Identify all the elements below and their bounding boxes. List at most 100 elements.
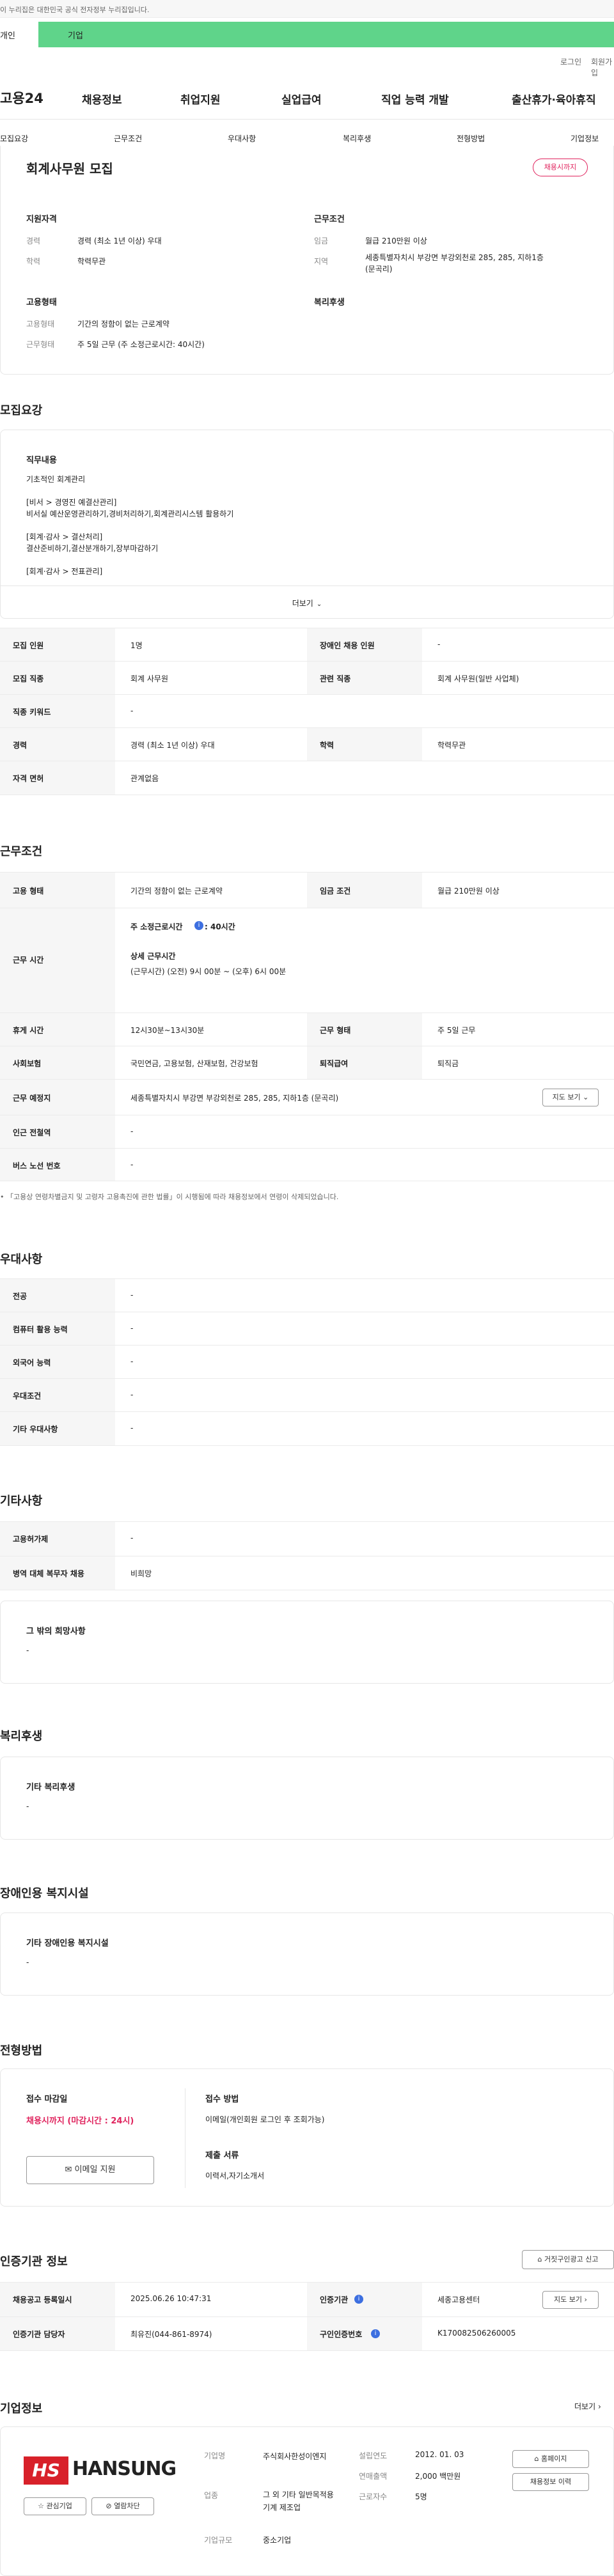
info-icon[interactable]: i xyxy=(354,2295,363,2304)
gov-banner: 이 누리집은 대한민국 공식 전자정부 누리집입니다. xyxy=(0,0,614,18)
disability-box: 기타 장애인용 복지시설 - xyxy=(0,1913,614,1996)
section-title-recruit: 모집요강 xyxy=(0,404,43,417)
emp-heading: 고용형태 xyxy=(26,298,57,307)
welfare-box: 기타 복리후생 - xyxy=(0,1757,614,1840)
job-history-button[interactable]: 채용정보 이력 xyxy=(512,2473,589,2491)
homepage-button[interactable]: ⌂ 홈페이지 xyxy=(512,2450,589,2468)
subnav-company[interactable]: 기업정보 xyxy=(571,133,599,144)
age-notice: • 「고용상 연령차별금지 및 고령자 고용촉진에 관한 법률」이 시행됨에 따… xyxy=(0,1193,339,1201)
region-label: 지역 xyxy=(314,257,329,266)
table-row: 경력 경력 (최소 1년 이상) 우대 학력 학력무관 xyxy=(0,727,614,761)
table-row: 모집 인원 1명 장애인 채용 인원 - xyxy=(0,628,614,661)
subnav-recruit[interactable]: 모집요강 xyxy=(0,133,28,144)
status-badge: 채용시까지 xyxy=(533,159,588,176)
company-card: HS HANSUNG ☆ 관심기업 ⊘ 열람차단 기업명 주식회사한성이엔지 업… xyxy=(0,2426,614,2576)
map-button[interactable]: 지도 보기 ⌄ xyxy=(542,1089,599,1106)
table-row: 휴게 시간 12시30분~13시30분 근무 형태 주 5일 근무 xyxy=(0,1013,614,1046)
wage-label: 임금 xyxy=(314,237,329,245)
company-more-link[interactable]: 더보기 › xyxy=(574,2401,601,2412)
cond-heading: 근무조건 xyxy=(314,215,345,224)
site-logo[interactable]: 고용24 xyxy=(0,88,43,107)
nav-unemployment-benefit[interactable]: 실업급여 xyxy=(281,91,322,107)
section-title-cert: 인증기관 정보 xyxy=(0,2255,68,2269)
block-company-button[interactable]: ⊘ 열람차단 xyxy=(91,2497,154,2515)
subnav-selection[interactable]: 전형방법 xyxy=(457,133,485,144)
nav-jobs[interactable]: 채용정보 xyxy=(82,91,122,107)
region-value-2: (문곡리) xyxy=(365,265,393,274)
edu-value: 학력무관 xyxy=(77,257,106,266)
company-logo: HS HANSUNG xyxy=(24,2453,177,2488)
chevron-down-icon: ⌄ xyxy=(583,1093,589,1101)
career-value: 경력 (최소 1년 이상) 우대 xyxy=(77,237,162,245)
section-title-conditions: 근무조건 xyxy=(0,845,43,858)
table-row: 우대조건 - xyxy=(0,1378,614,1411)
table-row: 근무 예정지 세종특별자치시 부강면 부강외천로 285, 285, 지하1층 (… xyxy=(0,1079,614,1115)
subnav-welfare[interactable]: 복리후생 xyxy=(343,133,371,144)
wage-value: 월급 210만원 이상 xyxy=(365,237,427,245)
table-row: 사회보험 국민연금, 고용보험, 산재보험, 건강보험 퇴직급여 퇴직금 xyxy=(0,1046,614,1079)
block-icon: ⊘ xyxy=(106,2502,112,2510)
table-row: 근무 시간 주 소정근로시간 i : 40시간 상세 근무시간 (근무시간) (… xyxy=(0,908,614,1013)
section-title-preference: 우대사항 xyxy=(0,1253,43,1266)
table-row: 컴퓨터 활용 능력 - xyxy=(0,1312,614,1345)
more-button[interactable]: 더보기 ⌄ xyxy=(1,586,613,619)
workform-value: 주 5일 근무 (주 소정근로시간: 40시간) xyxy=(77,340,205,349)
table-row: 인근 전철역 - xyxy=(0,1115,614,1148)
edu-label: 학력 xyxy=(26,257,41,266)
home-icon: ⌂ xyxy=(537,2255,542,2263)
duty-text: 기초적인 회계관리 [비서 > 경영진 예결산관리] 비서실 예산운영관리하기,경… xyxy=(26,475,234,576)
nav-skills-training[interactable]: 직업 능력 개발 xyxy=(381,91,449,107)
career-label: 경력 xyxy=(26,237,41,245)
tab-business[interactable]: 기업 xyxy=(38,22,614,47)
cert-map-button[interactable]: 지도 보기 › xyxy=(542,2291,599,2309)
selection-card: 접수 마감일 채용시까지 (마감시간 : 24시) ✉ 이메일 지원 접수 방법… xyxy=(0,2068,614,2207)
chevron-right-icon: › xyxy=(584,2295,587,2304)
table-row: 자격 면허 관계없음 xyxy=(0,761,614,795)
workform-label: 근무형태 xyxy=(26,340,55,349)
emptype-label: 고용형태 xyxy=(26,320,55,329)
info-icon[interactable]: i xyxy=(371,2329,380,2338)
report-button[interactable]: ⌂ 거짓구인광고 신고 xyxy=(522,2250,614,2269)
welfare-heading: 복리후생 xyxy=(314,298,345,307)
table-row: 외국어 능력 - xyxy=(0,1345,614,1378)
emptype-value: 기간의 정함이 없는 근로계약 xyxy=(77,320,169,329)
nav-employment-support[interactable]: 취업지원 xyxy=(180,91,221,107)
section-title-welfare: 복리후생 xyxy=(0,1730,43,1743)
duty-label: 직무내용 xyxy=(26,456,57,465)
table-row: 인증기관 담당자 최유진(044-861-8974) 구인인증번호 i K1700… xyxy=(0,2316,614,2351)
home-icon: ⌂ xyxy=(534,2455,539,2463)
email-apply-button[interactable]: ✉ 이메일 지원 xyxy=(26,2156,154,2184)
nav-parental-leave[interactable]: 출산휴가·육아휴직 xyxy=(512,91,596,107)
section-title-etc: 기타사항 xyxy=(0,1494,43,1508)
table-row: 직종 키워드 - xyxy=(0,694,614,727)
info-icon[interactable]: i xyxy=(194,921,203,930)
subnav-conditions[interactable]: 근무조건 xyxy=(114,133,142,144)
table-row: 기타 우대사항 - xyxy=(0,1411,614,1446)
section-title-disability: 장애인용 복지시설 xyxy=(0,1887,89,1900)
qual-heading: 지원자격 xyxy=(26,215,57,224)
signup-link[interactable]: 회원가입 xyxy=(591,56,614,78)
section-title-selection: 전형방법 xyxy=(0,2044,43,2058)
table-row: 전공 - xyxy=(0,1278,614,1312)
job-title: 회계사무원 모집 xyxy=(26,161,113,176)
login-link[interactable]: 로그인 xyxy=(560,56,581,67)
gov-banner-text: 이 누리집은 대한민국 공식 전자정부 누리집입니다. xyxy=(0,6,150,14)
duty-card: 직무내용 기초적인 회계관리 [비서 > 경영진 예결산관리] 비서실 예산운영관… xyxy=(0,430,614,619)
table-row: 채용공고 등록일시 2025.06.26 10:47:31 인증기관 i 세종고용… xyxy=(0,2282,614,2316)
favorite-company-button[interactable]: ☆ 관심기업 xyxy=(24,2497,86,2515)
mail-icon: ✉ xyxy=(65,2165,72,2175)
table-row: 버스 노선 번호 - xyxy=(0,1148,614,1181)
etc-wish-box: 그 밖의 희망사항 - xyxy=(0,1601,614,1684)
table-row: 모집 직종 회계 사무원 관련 직종 회계 사무원(일반 사업체) xyxy=(0,661,614,694)
star-icon: ☆ xyxy=(38,2502,44,2510)
table-row: 고용허가제 - xyxy=(0,1521,614,1556)
tab-personal[interactable]: 개인 xyxy=(0,22,38,47)
chevron-down-icon: ⌄ xyxy=(316,601,322,608)
region-value: 세종특별자치시 부강면 부강외천로 285, 285, 지하1층 xyxy=(365,253,544,262)
subnav-preference[interactable]: 우대사항 xyxy=(228,133,256,144)
table-row: 병역 대체 복무자 채용 비희망 xyxy=(0,1556,614,1590)
deadline-value: 채용시까지 (마감시간 : 24시) xyxy=(26,2116,134,2126)
table-row: 고용 형태 기간의 정함이 없는 근로계약 임금 조건 월급 210만원 이상 xyxy=(0,872,614,908)
job-summary-card: 회계사무원 모집 채용시까지 지원자격 근무조건 경력 경력 (최소 1년 이상… xyxy=(0,146,614,375)
section-title-company: 기업정보 xyxy=(0,2402,43,2416)
